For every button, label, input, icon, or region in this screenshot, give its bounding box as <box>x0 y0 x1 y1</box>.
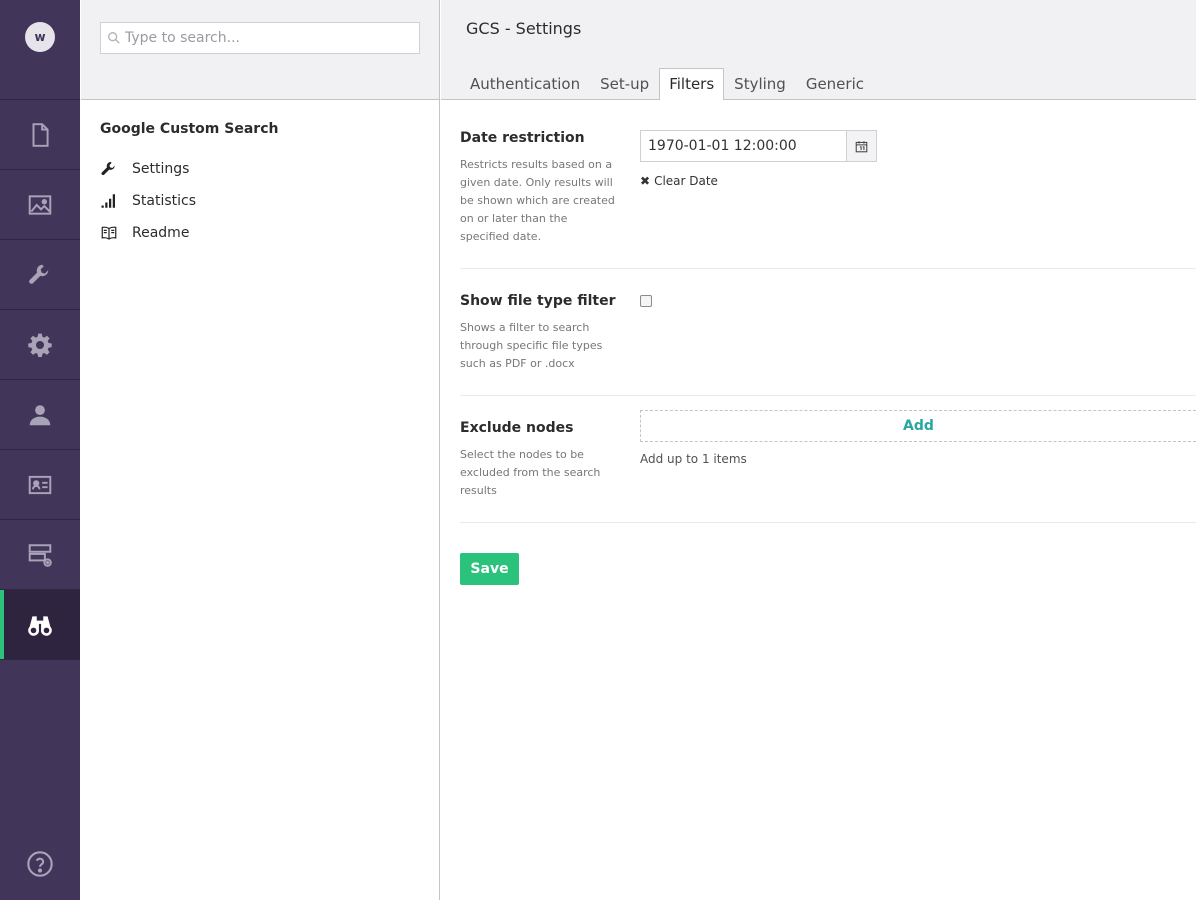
rail-header: w <box>0 0 80 100</box>
property-description: Shows a filter to search through specifi… <box>460 321 603 370</box>
tab-generic[interactable]: Generic <box>796 68 874 100</box>
add-node-button[interactable]: Add <box>640 410 1196 442</box>
property-label: Exclude nodes <box>460 420 574 436</box>
tree-item-settings[interactable]: Settings <box>100 153 439 185</box>
book-icon <box>101 226 117 240</box>
close-icon: ✖ <box>640 174 651 188</box>
main-navigation-rail: w <box>0 0 80 900</box>
add-limit-hint: Add up to 1 items <box>640 452 747 466</box>
rail-item-members[interactable] <box>0 450 80 520</box>
tab-bar: Authentication Set-up Filters Styling Ge… <box>460 68 874 100</box>
tree-panel: Google Custom Search Settings Statistics… <box>81 0 440 900</box>
property-label-block: Exclude nodes Select the nodes to be exc… <box>460 410 640 500</box>
tab-styling[interactable]: Styling <box>724 68 796 100</box>
property-label: Date restriction <box>460 130 585 146</box>
search-icon <box>108 32 120 44</box>
rail-item-media[interactable] <box>0 170 80 240</box>
editor-main: GCS - Settings Authentication Set-up Fil… <box>441 0 1196 900</box>
property-editor: ✖ Clear Date <box>640 130 1196 246</box>
users-icon <box>29 404 51 425</box>
calendar-icon <box>855 140 868 152</box>
property-date-restriction: Date restriction Restricts results based… <box>460 100 1196 269</box>
content-icon <box>32 122 49 147</box>
developer-gear-icon <box>28 333 52 357</box>
wrench-icon <box>101 161 115 176</box>
bar-chart-icon <box>101 194 115 208</box>
page-title: GCS - Settings <box>466 19 582 38</box>
rail-help[interactable] <box>0 850 80 878</box>
tab-setup[interactable]: Set-up <box>590 68 659 100</box>
media-icon <box>28 194 52 215</box>
binoculars-icon <box>28 615 52 636</box>
rail-item-developer[interactable] <box>0 310 80 380</box>
tree-list: Settings Statistics Readme <box>81 137 439 249</box>
tree-header <box>81 0 439 100</box>
property-editor <box>640 293 1196 373</box>
date-picker <box>640 130 1196 162</box>
help-icon <box>27 851 53 877</box>
forms-icon <box>28 543 52 567</box>
property-label: Show file type filter <box>460 293 616 309</box>
tree-item-label: Settings <box>132 161 190 177</box>
tab-authentication[interactable]: Authentication <box>460 68 590 100</box>
clear-date-link[interactable]: ✖ Clear Date <box>640 174 1196 188</box>
filters-content: Date restriction Restricts results based… <box>441 100 1196 585</box>
rail-item-users[interactable] <box>0 380 80 450</box>
rail-item-content[interactable] <box>0 100 80 170</box>
clear-date-label: Clear Date <box>654 174 718 188</box>
rail-item-gcs[interactable] <box>0 590 80 660</box>
date-input[interactable] <box>640 130 846 162</box>
tree-item-label: Readme <box>132 225 190 241</box>
editor-header: GCS - Settings Authentication Set-up Fil… <box>441 0 1196 100</box>
tree-item-label: Statistics <box>132 193 196 209</box>
rail-item-settings[interactable] <box>0 240 80 310</box>
property-description: Restricts results based on a given date.… <box>460 158 615 243</box>
property-label-block: Date restriction Restricts results based… <box>460 130 640 246</box>
file-type-filter-checkbox[interactable] <box>640 295 652 307</box>
property-editor: Add Add up to 1 items <box>640 410 1196 500</box>
property-label-block: Show file type filter Shows a filter to … <box>460 293 640 373</box>
calendar-button[interactable] <box>846 130 877 162</box>
tree-search <box>100 22 420 54</box>
members-icon <box>28 475 52 494</box>
tab-filters[interactable]: Filters <box>659 68 725 100</box>
rail-item-forms[interactable] <box>0 520 80 590</box>
property-exclude-nodes: Exclude nodes Select the nodes to be exc… <box>460 396 1196 523</box>
tree-section-title: Google Custom Search <box>100 121 279 137</box>
user-avatar[interactable]: w <box>25 22 55 52</box>
search-input[interactable] <box>125 30 415 46</box>
property-description: Select the nodes to be excluded from the… <box>460 448 601 497</box>
property-file-type-filter: Show file type filter Shows a filter to … <box>460 269 1196 396</box>
settings-wrench-icon <box>29 264 49 284</box>
save-button[interactable]: Save <box>460 553 519 585</box>
tree-item-readme[interactable]: Readme <box>100 217 439 249</box>
tree-item-statistics[interactable]: Statistics <box>100 185 439 217</box>
